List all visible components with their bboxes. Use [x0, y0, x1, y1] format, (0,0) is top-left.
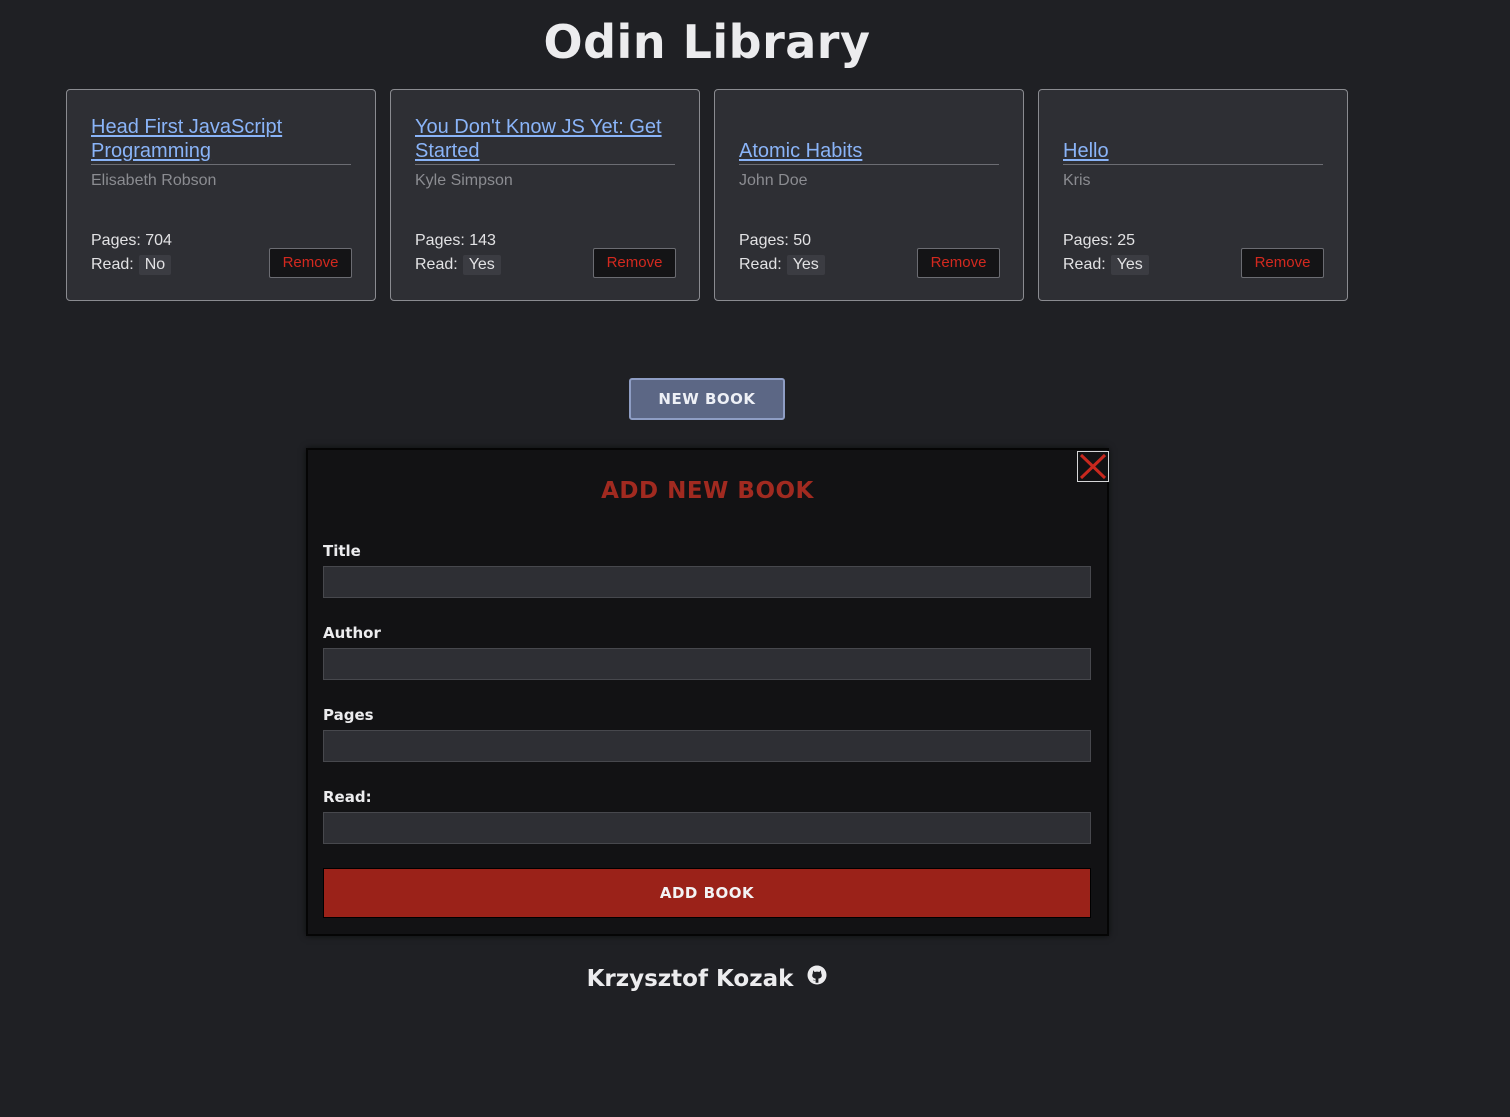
book-card: Atomic Habits John Doe Pages: 50 Read: Y…: [714, 89, 1024, 301]
pages-label: Pages: [323, 706, 374, 724]
book-read-label: Read:: [415, 256, 458, 273]
dialog-title: ADD NEW BOOK: [601, 478, 814, 504]
author-input[interactable]: [323, 648, 1091, 680]
app-title: Odin Library: [543, 15, 871, 69]
github-icon: [807, 965, 827, 985]
book-author: Kris: [1063, 172, 1091, 189]
author-name: Krzysztof Kozak: [586, 966, 794, 992]
book-card: Head First JavaScript Programming Elisab…: [66, 89, 376, 301]
book-title-link[interactable]: Head First JavaScript Programming: [91, 113, 351, 165]
book-card: You Don't Know JS Yet: Get Started Kyle …: [390, 89, 700, 301]
book-title-link[interactable]: Atomic Habits: [739, 113, 999, 165]
remove-button[interactable]: Remove: [269, 248, 352, 278]
title-input[interactable]: [323, 566, 1091, 598]
pages-input[interactable]: [323, 730, 1091, 762]
github-link[interactable]: [807, 965, 827, 985]
book-read-label: Read:: [91, 256, 134, 273]
book-card: Hello Kris Pages: 25 Read: Yes Remove: [1038, 89, 1348, 301]
book-pages: Pages: 704: [91, 232, 172, 249]
author-label: Author: [323, 624, 381, 642]
remove-button[interactable]: Remove: [593, 248, 676, 278]
book-pages: Pages: 50: [739, 232, 812, 249]
read-status-toggle[interactable]: Yes: [462, 255, 501, 275]
read-label: Read:: [323, 788, 372, 806]
remove-button[interactable]: Remove: [917, 248, 1000, 278]
book-read-row: Read: Yes: [739, 255, 825, 275]
add-book-dialog: ADD NEW BOOK Title Author Pages Read: AD…: [306, 448, 1109, 936]
read-status-toggle[interactable]: No: [138, 255, 172, 275]
book-read-row: Read: Yes: [1063, 255, 1149, 275]
book-pages: Pages: 143: [415, 232, 496, 249]
new-book-button[interactable]: NEW BOOK: [629, 378, 785, 420]
close-x-icon: [1079, 453, 1107, 480]
book-author: Kyle Simpson: [415, 172, 513, 189]
add-book-button[interactable]: ADD BOOK: [323, 868, 1091, 918]
book-read-row: Read: Yes: [415, 255, 501, 275]
read-status-toggle[interactable]: Yes: [1110, 255, 1149, 275]
read-input[interactable]: [323, 812, 1091, 844]
book-pages: Pages: 25: [1063, 232, 1136, 249]
book-read-row: Read: No: [91, 255, 172, 275]
title-label: Title: [323, 542, 361, 560]
book-author: Elisabeth Robson: [91, 172, 217, 189]
book-title-link[interactable]: Hello: [1063, 113, 1323, 165]
book-title-link[interactable]: You Don't Know JS Yet: Get Started: [415, 113, 675, 165]
read-status-toggle[interactable]: Yes: [786, 255, 825, 275]
page: Odin Library Head First JavaScript Progr…: [0, 0, 1510, 1117]
book-read-label: Read:: [739, 256, 782, 273]
footer: Krzysztof Kozak: [0, 965, 1414, 992]
book-card-list: Head First JavaScript Programming Elisab…: [66, 89, 1348, 301]
book-read-label: Read:: [1063, 256, 1106, 273]
book-author: John Doe: [739, 172, 808, 189]
remove-button[interactable]: Remove: [1241, 248, 1324, 278]
